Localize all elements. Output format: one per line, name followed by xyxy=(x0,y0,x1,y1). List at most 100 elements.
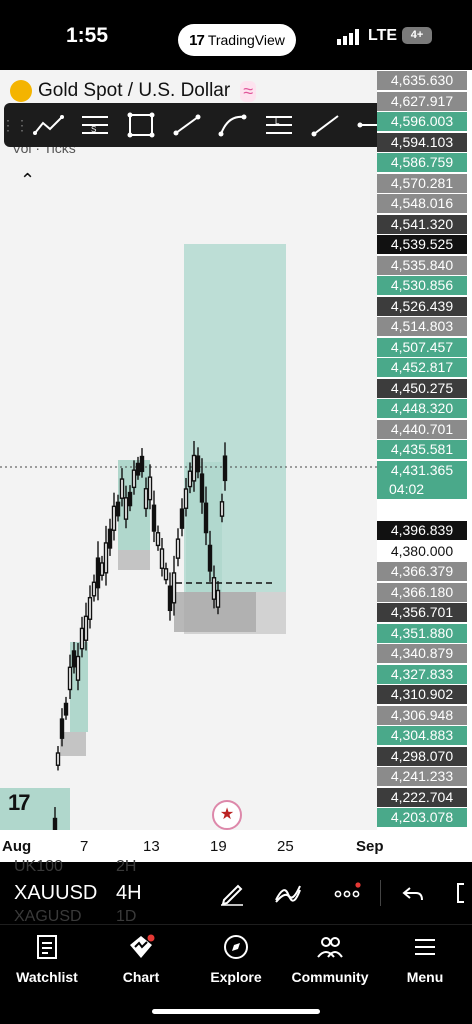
candle-body xyxy=(135,462,141,476)
price-label: 4,448.320 xyxy=(377,399,467,418)
candle-body xyxy=(63,702,69,716)
price-label: 4,594.103 xyxy=(377,132,467,152)
candle-body xyxy=(71,650,77,668)
candle-body xyxy=(191,454,197,482)
price-label: 4,366.180 xyxy=(377,582,467,602)
price-label: 4,450.275 xyxy=(377,378,467,398)
candle-body xyxy=(107,528,113,549)
undo-icon[interactable] xyxy=(398,878,430,908)
price-label: 4,340.879 xyxy=(377,644,467,663)
symbol-title[interactable]: Gold Spot / U.S. Dollar ≈ xyxy=(10,80,257,102)
price-label: 4,627.917 xyxy=(377,91,467,111)
candle-body xyxy=(83,615,89,641)
candle-body xyxy=(115,501,121,517)
candle-body xyxy=(103,542,109,574)
candle-body xyxy=(187,470,193,488)
tab-label: Explore xyxy=(210,969,262,985)
price-label: 4,298.070 xyxy=(377,746,467,766)
more-options-icon[interactable] xyxy=(331,878,363,908)
trend-line-tool-icon[interactable] xyxy=(26,103,72,147)
candle-body xyxy=(75,655,81,681)
tab-label: Community xyxy=(291,969,369,985)
candle-body xyxy=(167,585,173,612)
price-label: 4,222.704 xyxy=(377,787,467,807)
price-label: 4,366.379 xyxy=(377,562,467,581)
sticky-lines-tool-icon[interactable]: S xyxy=(72,103,118,147)
svg-text:S: S xyxy=(91,125,96,134)
price-label: 4,596.003 xyxy=(377,112,467,131)
chevron-up-icon[interactable]: ⌃ xyxy=(20,170,35,191)
indicators-icon[interactable] xyxy=(272,878,304,908)
network-label: LTE xyxy=(368,27,398,44)
price-chart[interactable] xyxy=(0,70,377,830)
timeframe-selector[interactable]: 4H xyxy=(116,882,142,905)
ray-tool-icon[interactable] xyxy=(302,103,348,147)
price-label: 4,440.701 xyxy=(377,419,467,439)
long-position-tool-icon[interactable]: L xyxy=(256,103,302,147)
price-scale[interactable]: 4,635.630 4,627.917 4,596.003 4,594.103 4,58… xyxy=(377,70,472,830)
chart-icon xyxy=(130,934,155,958)
candle-body xyxy=(59,718,65,739)
price-label: 4,586.759 xyxy=(377,153,467,172)
drawing-pen-icon[interactable] xyxy=(216,878,248,908)
tradingview-pill[interactable]: 17 TradingView xyxy=(178,24,296,56)
candle-body xyxy=(222,455,228,482)
price-label: 4,203.078 xyxy=(377,808,467,827)
curve-tool-icon[interactable] xyxy=(210,103,256,147)
tab-explore[interactable]: Explore xyxy=(189,933,283,985)
symbol-title-text: Gold Spot / U.S. Dollar xyxy=(38,80,231,101)
battery-icon: 4+ xyxy=(402,27,432,44)
candle-body xyxy=(199,473,205,503)
price-label: 4,435.581 xyxy=(377,440,467,459)
price-label: 4,539.525 xyxy=(377,235,467,254)
candle-body xyxy=(211,577,217,600)
symbol-bar: UK100 2H XAUUSD 4H XAGUSD 1D xyxy=(0,858,472,925)
gold-coin-icon xyxy=(10,80,32,102)
price-label: 4,452.817 xyxy=(377,358,467,377)
candle-body xyxy=(79,627,85,650)
drawing-toolbar: ⋮⋮ S L xyxy=(1,103,377,147)
ghost-symbol-above: UK100 xyxy=(14,858,63,875)
rectangle-tool-icon[interactable] xyxy=(118,103,164,147)
tab-community[interactable]: Community xyxy=(283,933,377,985)
price-label: 4,535.840 xyxy=(377,255,467,275)
candle-body xyxy=(151,504,157,532)
bar-countdown: 04:02 xyxy=(377,479,467,499)
chart-area[interactable]: Gold Spot / U.S. Dollar ≈ ⋮⋮ S L Vol · T… xyxy=(0,70,377,830)
home-indicator[interactable] xyxy=(152,1009,320,1014)
time-label: 25 xyxy=(277,838,294,855)
us-flag-icon[interactable]: ★ xyxy=(212,800,242,830)
tab-watchlist[interactable]: Watchlist xyxy=(0,933,94,985)
community-icon xyxy=(317,937,343,958)
tab-chart[interactable]: Chart xyxy=(94,933,188,985)
fullscreen-icon[interactable] xyxy=(448,878,472,908)
price-label: 4,306.948 xyxy=(377,705,467,725)
candle-body xyxy=(163,568,169,581)
time-label: Sep xyxy=(356,838,384,855)
candle-body xyxy=(123,497,129,520)
toolbar-grip-icon[interactable]: ⋮⋮ xyxy=(1,103,29,147)
price-label: 4,526.439 xyxy=(377,296,467,316)
price-label: 4,431.365 xyxy=(377,460,467,480)
price-label: 4,351.880 xyxy=(377,623,467,643)
tab-label: Watchlist xyxy=(16,969,78,985)
candle-body xyxy=(131,469,137,489)
candle-body xyxy=(179,508,185,529)
ghost-timeframe-above: 2H xyxy=(116,858,137,875)
price-label: 4,530.856 xyxy=(377,276,467,295)
time-axis[interactable]: Aug 7 13 19 25 Sep xyxy=(0,830,472,862)
signal-icon xyxy=(337,29,359,45)
horizontal-line-tool-icon[interactable] xyxy=(348,103,377,147)
line-tool-icon[interactable] xyxy=(164,103,210,147)
candle-body xyxy=(159,548,165,569)
price-label: 4,548.016 xyxy=(377,194,467,213)
candle-body xyxy=(215,589,221,608)
candle-body xyxy=(87,596,93,620)
candle-body xyxy=(95,557,101,589)
price-label: 4,380.000 xyxy=(377,541,467,561)
tab-menu[interactable]: Menu xyxy=(378,933,472,985)
symbol-selector[interactable]: XAUUSD xyxy=(14,882,97,905)
candle-body xyxy=(143,488,149,510)
time-label: 13 xyxy=(143,838,160,855)
candle-body xyxy=(127,491,133,507)
